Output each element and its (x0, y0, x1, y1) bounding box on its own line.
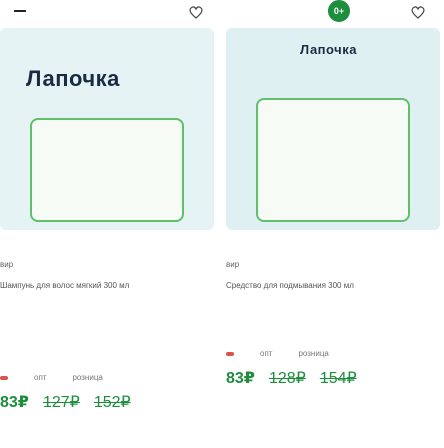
product-card-1[interactable]: Лапочка вир Шампунь для волос мягкий 300… (0, 0, 214, 448)
tag-opt: опт (34, 373, 47, 382)
current-price: 83₽ (226, 370, 255, 387)
discount-badge (226, 351, 234, 356)
product-name: вир (226, 260, 240, 269)
product-description[interactable]: Средство для подмывания 300 мл (226, 280, 440, 292)
tag-retail: розница (298, 349, 329, 358)
tag-opt: опт (260, 349, 273, 358)
minus-icon (14, 10, 26, 12)
price-tags: опт розница (226, 349, 329, 358)
old-price-1: 128₽ (268, 370, 306, 387)
price-tags: опт розница (0, 373, 103, 382)
old-price-2: 152₽ (93, 394, 131, 411)
packaging-image (256, 98, 410, 222)
prices: 83₽ 127₽ 152₽ (0, 392, 131, 412)
brand-logo: Лапочка (26, 66, 120, 91)
current-price: 83₽ (0, 394, 29, 411)
age-badge: 0+ (326, 0, 352, 24)
old-price-2: 154₽ (319, 370, 357, 387)
brand-logo: Лапочка (300, 42, 357, 57)
product-name: вир (0, 260, 14, 269)
packaging-image (30, 118, 184, 222)
heart-icon[interactable] (188, 4, 204, 20)
product-card-2[interactable]: 0+ Лапочка вир Средство для подмывания 3… (226, 0, 440, 448)
old-price-1: 127₽ (42, 394, 80, 411)
product-image[interactable]: Лапочка (0, 28, 214, 230)
product-description[interactable]: Шампунь для волос мягкий 300 мл (0, 280, 214, 292)
heart-icon[interactable] (410, 4, 426, 20)
tag-retail: розница (72, 373, 103, 382)
prices: 83₽ 128₽ 154₽ (226, 368, 357, 388)
product-image[interactable]: Лапочка (226, 28, 440, 230)
discount-badge (0, 375, 8, 380)
